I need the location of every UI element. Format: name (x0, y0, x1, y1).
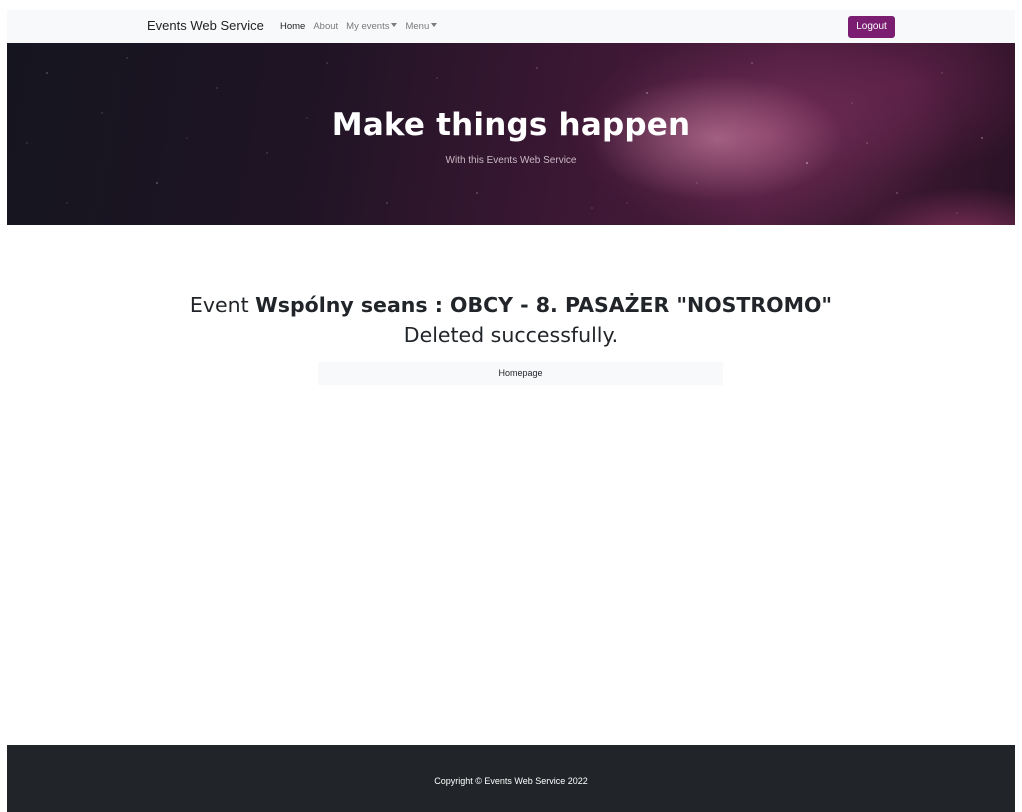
nav-link-about[interactable]: About (313, 21, 338, 32)
nav-dropdown-my-events-label: My events (346, 21, 390, 32)
status-line: Deleted successfully. (403, 323, 619, 347)
nav-link-home[interactable]: Home (280, 21, 305, 32)
deletion-message: Event Wspólny seans : OBCY - 8. PASAŻER … (0, 290, 1022, 350)
event-prefix: Event (189, 293, 249, 317)
copyright-text: Copyright © Events Web Service 2022 (434, 776, 588, 786)
nav-dropdown-menu[interactable]: Menu (405, 21, 438, 32)
page: Events Web Service Home About My events … (0, 0, 1022, 812)
nav-dropdown-my-events[interactable]: My events (346, 21, 398, 32)
navbar: Events Web Service Home About My events … (7, 10, 1015, 43)
homepage-button[interactable]: Homepage (318, 362, 723, 385)
caret-down-icon (431, 23, 438, 27)
logout-button[interactable]: Logout (848, 16, 895, 38)
footer: Copyright © Events Web Service 2022 (7, 745, 1015, 812)
caret-down-icon (391, 23, 398, 27)
brand-link[interactable]: Events Web Service (147, 18, 264, 33)
hero-title: Make things happen (331, 107, 691, 143)
hero-subtitle: With this Events Web Service (445, 155, 577, 166)
event-name: Wspólny seans : OBCY - 8. PASAŻER "NOSTR… (255, 293, 833, 317)
nav-links: Home About My events Menu (280, 21, 438, 32)
nav-dropdown-menu-label: Menu (405, 21, 430, 32)
hero-banner: Make things happen With this Events Web … (7, 43, 1015, 225)
